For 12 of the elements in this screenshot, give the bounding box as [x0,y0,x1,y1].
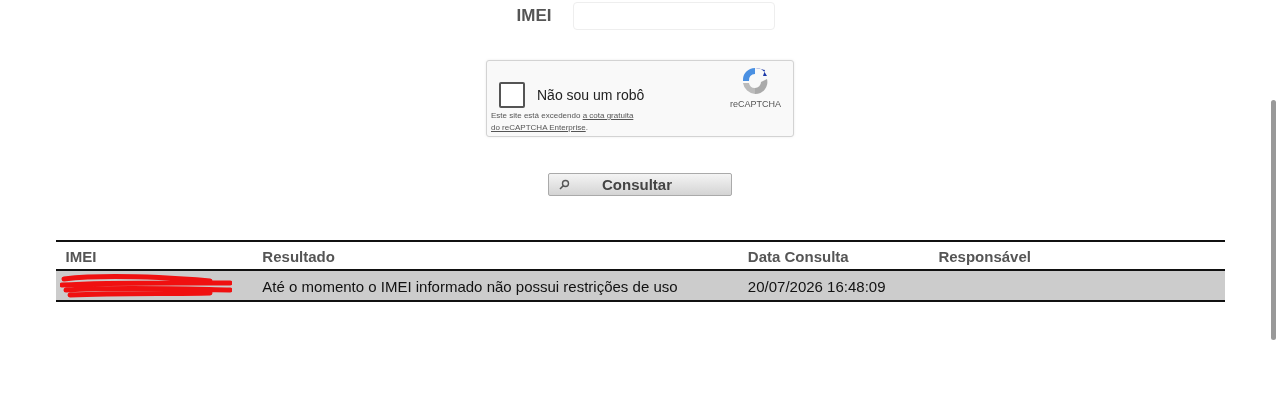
captcha-notice: Este site está excedendo a cota gratuita do reCAPTCHA Enterprise. [491,110,635,134]
notice-link[interactable]: do reCAPTCHA Enterprise [491,123,586,132]
captcha-brand: reCAPTCHA [730,99,781,109]
captcha-checkbox[interactable] [499,82,525,108]
notice-link[interactable]: a cota gratuita [582,111,634,120]
date-cell: 20/07/2026 16:48:09 [737,270,929,301]
result-cell: Até o momento o IMEI informado não possui restrições de uso [252,270,738,301]
scrollbar[interactable] [1271,100,1276,340]
search-icon [559,179,570,190]
consultar-button[interactable]: Consultar [548,173,732,196]
imei-label: IMEI [516,6,552,26]
captcha-label: Não sou um robô [537,87,645,103]
